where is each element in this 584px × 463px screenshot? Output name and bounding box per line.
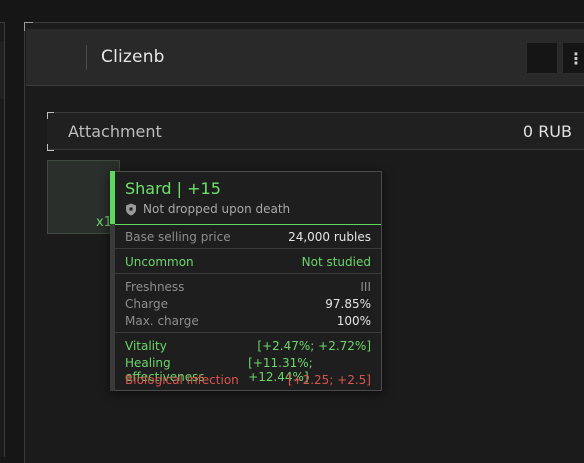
- tooltip-divider: [115, 248, 381, 249]
- item-tooltip: Shard | +15 Not dropped upon death Base …: [110, 171, 382, 391]
- tooltip-divider-green: [115, 224, 381, 225]
- stat-value: [+2.25; +2.5]: [287, 373, 371, 387]
- tooltip-accent-bar: [110, 171, 115, 224]
- tooltip-divider: [115, 332, 381, 333]
- max-charge-row: Max. charge 100%: [125, 314, 371, 328]
- item-subtitle: Not dropped upon death: [125, 202, 290, 216]
- section-value: 0 RUB: [522, 122, 572, 141]
- study-status: Not studied: [301, 255, 371, 269]
- max-charge-label: Max. charge: [125, 314, 199, 328]
- window-square-button[interactable]: [526, 42, 558, 74]
- section-bracket-bottom: [47, 144, 54, 151]
- more-options-icon[interactable]: ⋮: [562, 42, 584, 74]
- stat-row: Vitality [+2.47%; +2.72%]: [125, 339, 371, 353]
- rarity-label: Uncommon: [125, 255, 194, 269]
- rarity-row: Uncommon Not studied: [125, 255, 371, 269]
- title-separator: [86, 45, 87, 70]
- freshness-label: Freshness: [125, 280, 185, 294]
- item-name: Shard | +15: [125, 179, 221, 198]
- stat-label: Biological infection: [125, 373, 239, 387]
- charge-value: 97.85%: [325, 297, 371, 311]
- shield-icon: [126, 203, 136, 215]
- charge-row: Charge 97.85%: [125, 297, 371, 311]
- section-bracket-top: [47, 112, 54, 119]
- left-panel-frame: [0, 22, 5, 457]
- base-price-label: Base selling price: [125, 230, 231, 244]
- base-price-value: 24,000 rubles: [288, 230, 371, 244]
- tooltip-side-bar: [110, 224, 115, 391]
- window-title: Clizenb: [101, 47, 165, 67]
- window-title-bar: Clizenb ⋮: [26, 29, 584, 86]
- attachment-section-header: Attachment 0 RUB: [47, 112, 584, 150]
- freshness-row: Freshness III: [125, 280, 371, 294]
- stat-label: Vitality: [125, 339, 167, 353]
- base-price-row: Base selling price 24,000 rubles: [125, 230, 371, 244]
- freshness-value: III: [360, 280, 371, 294]
- stat-row: Biological infection [+2.25; +2.5]: [125, 373, 371, 387]
- stat-value: [+2.47%; +2.72%]: [257, 339, 371, 353]
- item-subtitle-text: Not dropped upon death: [143, 202, 291, 216]
- tooltip-divider: [115, 273, 381, 274]
- left-panel-tab[interactable]: [0, 41, 5, 99]
- charge-label: Charge: [125, 297, 169, 311]
- section-title: Attachment: [68, 122, 162, 141]
- max-charge-value: 100%: [336, 314, 371, 328]
